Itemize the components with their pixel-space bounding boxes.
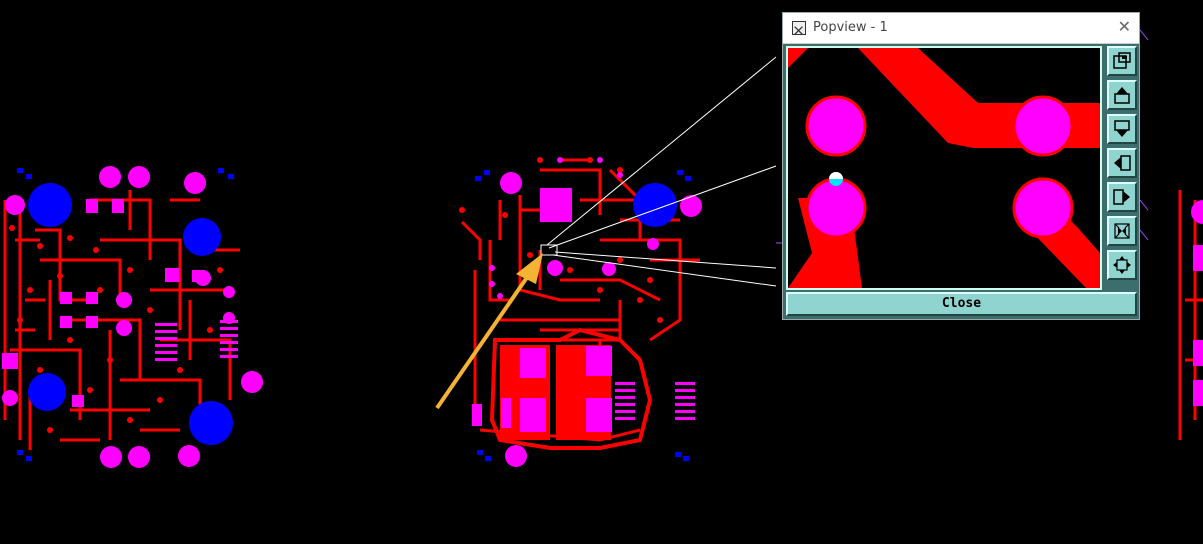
pan-right-button[interactable] [1107, 182, 1137, 212]
close-icon[interactable]: ✕ [1118, 17, 1131, 37]
popview-client: Close [783, 44, 1139, 319]
zoom-out-icon [1114, 120, 1130, 137]
app-icon [792, 21, 806, 35]
pan-left-button[interactable] [1107, 148, 1137, 178]
popview-toolbar [1105, 46, 1139, 290]
zoom-extents-button[interactable] [1107, 216, 1137, 246]
zoom-view[interactable] [786, 46, 1102, 290]
title-bar[interactable]: Popview - 1 ✕ [783, 13, 1139, 44]
close-button[interactable]: Close [786, 292, 1137, 316]
pan-left-icon [1114, 155, 1131, 171]
board-right-partial [1178, 190, 1203, 440]
zoom-in-icon [1114, 87, 1130, 104]
pan-center-button[interactable] [1107, 250, 1137, 280]
popview-window[interactable]: Popview - 1 ✕ Close [782, 12, 1140, 320]
board-left [2, 166, 263, 468]
board-center [459, 157, 702, 467]
window-title: Popview - 1 [813, 20, 888, 35]
pan-center-icon [1113, 256, 1131, 274]
zoom-fit-icon [1113, 52, 1131, 69]
zoom-out-button[interactable] [1107, 114, 1137, 144]
zoom-in-button[interactable] [1107, 80, 1137, 110]
zoom-fit-button[interactable] [1107, 46, 1137, 76]
pan-right-icon [1113, 189, 1130, 205]
zoom-extents-icon [1114, 223, 1130, 239]
